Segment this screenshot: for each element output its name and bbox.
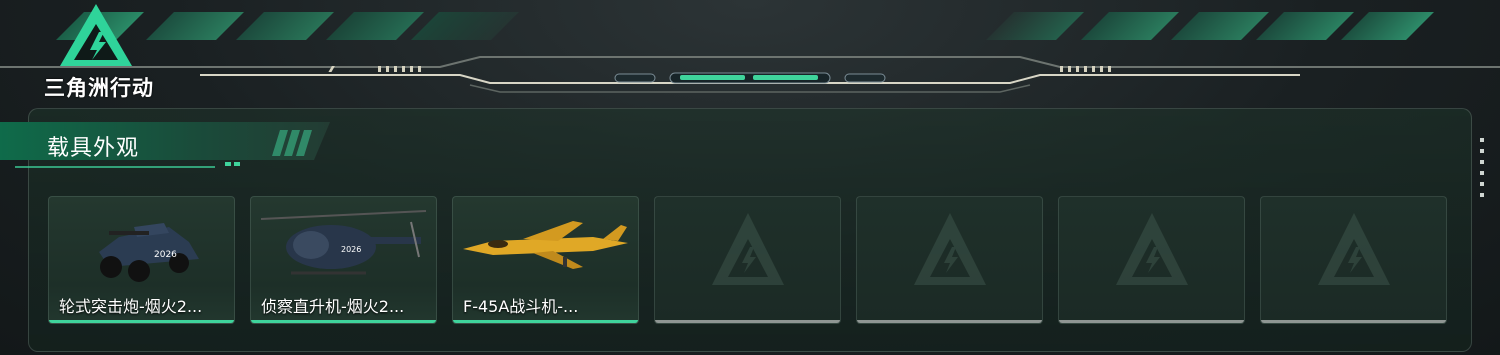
skin-card-recon-helicopter[interactable]: 2026 侦察直升机-烟火2...	[250, 196, 437, 324]
empty-slot-logo-icon	[1317, 213, 1390, 285]
helicopter-image: 2026	[260, 210, 427, 275]
svg-text:2026: 2026	[341, 245, 361, 254]
skin-card-empty[interactable]	[654, 196, 841, 324]
card-accent-bar	[251, 320, 436, 323]
card-accent-bar	[453, 320, 638, 323]
skin-card-empty[interactable]	[1058, 196, 1245, 324]
empty-slot-logo-icon	[913, 213, 986, 285]
svg-text:2026: 2026	[154, 250, 177, 260]
card-accent-bar	[1261, 320, 1446, 323]
card-accent-bar	[655, 320, 840, 323]
skin-card-f45a-fighter[interactable]: F-45A战斗机-...	[452, 196, 639, 324]
card-accent-bar	[49, 320, 234, 323]
banner-frame	[0, 56, 1500, 93]
card-accent-bar	[857, 320, 1042, 323]
empty-slot-logo-icon	[711, 213, 784, 285]
section-title: 载具外观	[47, 136, 140, 161]
card-accent-bar	[1059, 320, 1244, 323]
armored-vehicle-image: 2026	[99, 223, 199, 282]
skin-card-empty[interactable]	[856, 196, 1043, 324]
card-label: F-45A战斗机-...	[463, 297, 579, 316]
skin-card-wheeled-assault-gun[interactable]: 2026 轮式突击炮-烟火2...	[48, 196, 235, 324]
skin-card-empty[interactable]	[1260, 196, 1447, 324]
empty-slot-logo-icon	[1115, 213, 1188, 285]
top-banner	[0, 0, 1500, 100]
fighter-jet-image	[463, 221, 628, 269]
card-label: 轮式突击炮-烟火2...	[59, 297, 203, 316]
brand-title: 三角洲行动	[44, 76, 154, 100]
scroll-indicator[interactable]	[1480, 138, 1486, 204]
card-label: 侦察直升机-烟火2...	[261, 297, 405, 316]
